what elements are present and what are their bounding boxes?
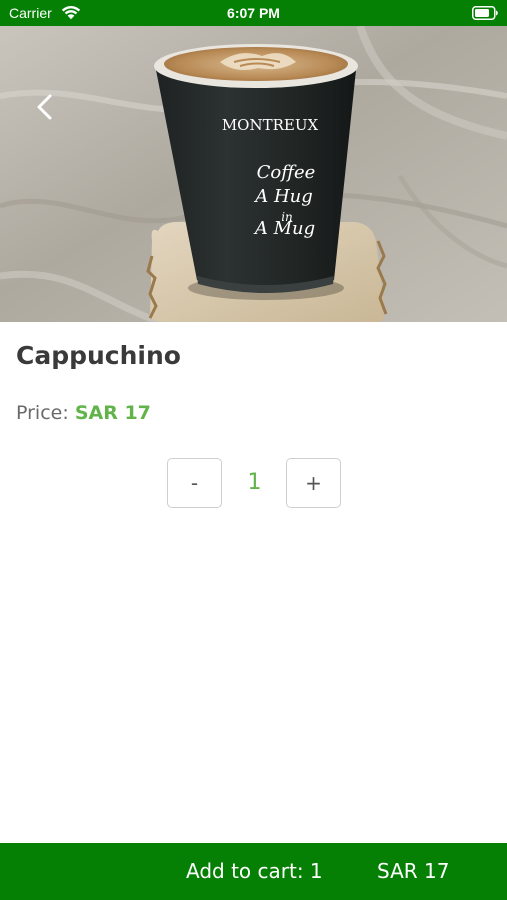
price-row: Price: SAR 17: [16, 400, 151, 426]
status-bar: Carrier 6:07 PM: [0, 0, 507, 26]
increase-quantity-button[interactable]: +: [286, 458, 341, 508]
cup-brand-text: MONTREUX: [222, 116, 319, 134]
cart-total: SAR 17: [377, 859, 450, 883]
add-to-cart-button[interactable]: Add to cart: 1 SAR 17: [0, 843, 507, 900]
add-to-cart-label: Add to cart: 1: [186, 859, 323, 883]
back-button[interactable]: [24, 86, 68, 130]
quantity-stepper: - 1 +: [167, 458, 341, 508]
quantity-value: 1: [247, 470, 262, 495]
price-value: SAR 17: [74, 402, 151, 424]
chevron-left-icon: [37, 94, 52, 120]
cup-slogan-line-4: A Mug: [253, 218, 315, 239]
decrease-quantity-button[interactable]: -: [167, 458, 222, 508]
battery-icon: [472, 6, 498, 20]
coffee-cup-illustration: MONTREUX Coffee A Hug in A Mug: [0, 26, 507, 322]
status-time: 6:07 PM: [227, 5, 280, 21]
price-label: Price:: [16, 402, 69, 424]
product-title: Cappuchino: [16, 341, 181, 370]
product-detail-screen: Carrier 6:07 PM MONTREUX Coffee A Hug in…: [0, 0, 507, 900]
product-image: MONTREUX Coffee A Hug in A Mug: [0, 26, 507, 322]
cup-slogan-line-2: A Hug: [253, 186, 313, 207]
cup-slogan-line-1: Coffee: [257, 162, 316, 183]
